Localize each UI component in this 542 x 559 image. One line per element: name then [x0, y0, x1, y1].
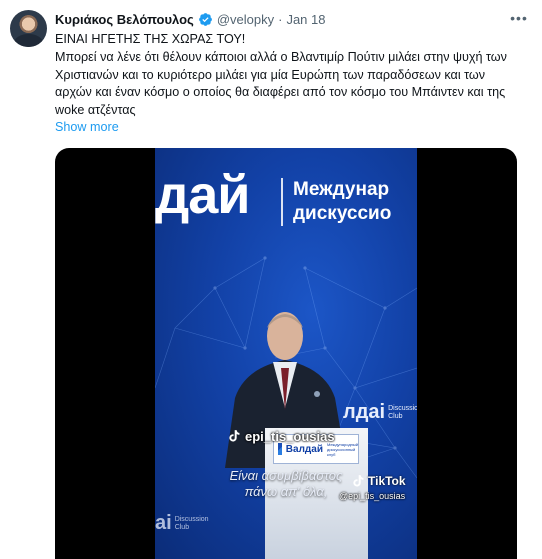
tweet-date[interactable]: Jan 18	[286, 12, 325, 27]
backdrop-subtitle-line-2: дискуссио	[293, 203, 392, 224]
podium-logo-icon	[278, 443, 282, 455]
separator-dot: ·	[278, 11, 283, 27]
bottom-logo: аі Discussion Club	[155, 512, 209, 535]
tweet-text-line-2: Μπορεί να λένε ότι θέλουν κάποιοι αλλά ο…	[55, 49, 507, 118]
tiktok-note-icon	[229, 430, 240, 442]
ellipsis-icon[interactable]: •••	[508, 10, 530, 26]
tiktok-logo-icon	[353, 475, 364, 487]
side-logo-text-2: Club	[388, 412, 403, 420]
backdrop-divider	[281, 178, 283, 226]
bottom-logo-text-2: Club	[174, 523, 190, 531]
tiktok-username: epi_tis_ousias	[245, 428, 335, 444]
video-frame[interactable]: дай Междунар дискуссио лдаі Discussion C…	[155, 148, 417, 559]
side-logo-text: Discussion Club	[388, 405, 417, 421]
show-more-link[interactable]: Show more	[55, 120, 119, 134]
avatar[interactable]	[10, 10, 47, 47]
backdrop-subtitle-line-1: Междунар	[293, 179, 390, 200]
author-handle[interactable]: @velopky	[217, 12, 274, 27]
tiktok-brand: TikTok	[368, 474, 406, 488]
avatar-shoulders	[14, 34, 43, 47]
bottom-logo-mark: аі	[155, 512, 172, 534]
verified-badge-icon	[198, 12, 212, 26]
author-name[interactable]: Κυριάκος Βελόπουλος	[55, 12, 194, 27]
tweet[interactable]: Κυριάκος Βελόπουλος @velopky · Jan 18 ••…	[0, 0, 542, 559]
side-logo-text-1: Discussion	[388, 404, 417, 412]
video-caption: Είναι ασυμβίβαστος πάνω απ' όλα,	[221, 468, 351, 500]
caption-line-1: Είναι ασυμβίβαστος	[229, 468, 343, 483]
bottom-logo-text: Discussion Club	[175, 516, 209, 532]
video-player[interactable]: дай Междунар дискуссио лдаі Discussion C…	[55, 148, 517, 559]
tiktok-username-overlay: epi_tis_ousias	[227, 428, 335, 444]
backdrop-subtitle: Междунар дискуссио	[293, 178, 391, 226]
tweet-text: ΕΙΝΑΙ ΗΓΕΤΗΣ ΤΗΣ ΧΩΡΑΣ ΤΟΥ! Μπορεί να λέ…	[55, 31, 525, 120]
tiktok-handle: @epi_tis_ousias	[339, 491, 406, 501]
tweet-header: Κυριάκος Βελόπουλος @velopky · Jan 18	[55, 10, 325, 28]
podium-name: Валдай	[285, 443, 323, 455]
tiktok-watermark: TikTok	[351, 473, 406, 489]
backdrop-brand: дай	[155, 165, 251, 225]
tweet-text-line-1: ΕΙΝΑΙ ΗΓΕΤΗΣ ΤΗΣ ΧΩΡΑΣ ΤΟΥ!	[55, 32, 246, 46]
bottom-logo-text-1: Discussion	[174, 515, 209, 523]
caption-line-2: πάνω απ' όλα,	[244, 484, 328, 499]
